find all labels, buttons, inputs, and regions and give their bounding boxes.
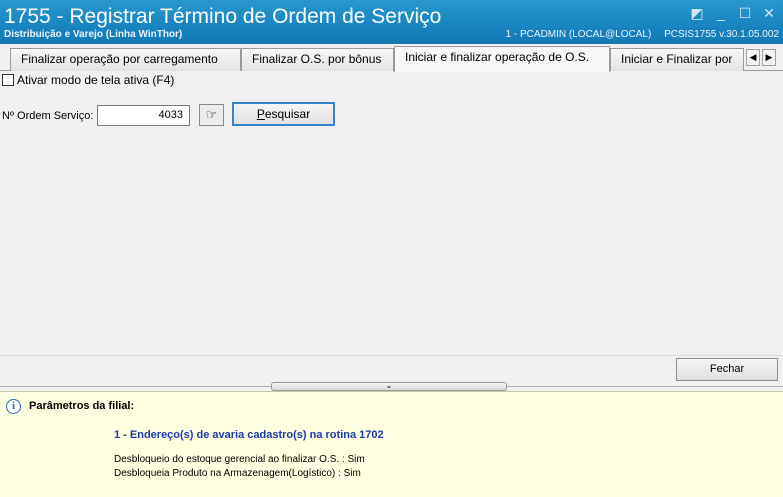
pesquisar-label: esquisar — [264, 107, 311, 121]
maximize-icon[interactable]: ☐ — [737, 5, 753, 21]
version-label: PCSIS1755 v.30.1.05.002 — [664, 29, 779, 40]
tab-bar: Finalizar operação por carregamento Fina… — [0, 44, 783, 72]
tela-ativa-label: Ativar modo de tela ativa (F4) — [17, 73, 175, 87]
pesquisar-hotkey: P — [256, 107, 265, 121]
user-label: 1 - PCADMIN (LOCAL@LOCAL) — [505, 29, 652, 40]
window-subtitle: Distribuição e Varejo (Linha WinThor) — [4, 29, 183, 40]
fechar-button[interactable]: Fechar — [676, 358, 778, 381]
title-bar: 1755 - Registrar Término de Ordem de Ser… — [0, 0, 783, 44]
ordem-servico-label: Nº Ordem Serviço: — [2, 110, 94, 122]
tab-finalizar-carregamento[interactable]: Finalizar operação por carregamento — [10, 48, 241, 71]
tab-finalizar-bonus[interactable]: Finalizar O.S. por bônus — [241, 48, 394, 71]
pesquisar-button[interactable]: Pesquisar — [232, 102, 335, 126]
tab-scroll-left-icon[interactable]: ◀ — [746, 49, 760, 66]
session-info: 1 - PCADMIN (LOCAL@LOCAL) PCSIS1755 v.30… — [496, 29, 779, 40]
minimize-icon[interactable]: _ — [713, 5, 729, 21]
params-line: Desbloqueia Produto na Armazenagem(Logís… — [114, 468, 361, 479]
tab-iniciar-finalizar-os[interactable]: Iniciar e finalizar operação de O.S. — [394, 46, 610, 72]
parametros-panel: i Parâmetros da filial: 1 - Endereço(s) … — [0, 391, 783, 497]
pointing-hand-icon[interactable]: ☞ — [199, 104, 224, 126]
tela-ativa-checkbox[interactable] — [2, 74, 14, 86]
params-title: Parâmetros da filial: — [29, 400, 135, 412]
tela-ativa-checkbox-row[interactable]: Ativar modo de tela ativa (F4) — [2, 72, 174, 88]
info-icon: i — [6, 399, 21, 414]
tab-iniciar-finalizar-por[interactable]: Iniciar e Finalizar por — [610, 48, 744, 71]
params-item: 1 - Endereço(s) de avaria cadastro(s) na… — [114, 429, 384, 441]
splitter-handle[interactable]: ⌄ — [271, 382, 507, 391]
tab-scroll-right-icon[interactable]: ▶ — [762, 49, 776, 66]
params-line: Desbloqueio do estoque gerencial ao fina… — [114, 454, 365, 465]
window-title: 1755 - Registrar Término de Ordem de Ser… — [4, 5, 442, 28]
restore-icon[interactable]: ◩ — [689, 5, 705, 21]
window-controls: ◩ _ ☐ ✕ — [689, 5, 777, 21]
close-icon[interactable]: ✕ — [761, 5, 777, 21]
app-window: 1755 - Registrar Término de Ordem de Ser… — [0, 0, 783, 497]
chevron-down-icon: ⌄ — [385, 381, 393, 390]
ordem-servico-input[interactable]: 4033 — [97, 105, 190, 126]
divider — [0, 355, 783, 356]
